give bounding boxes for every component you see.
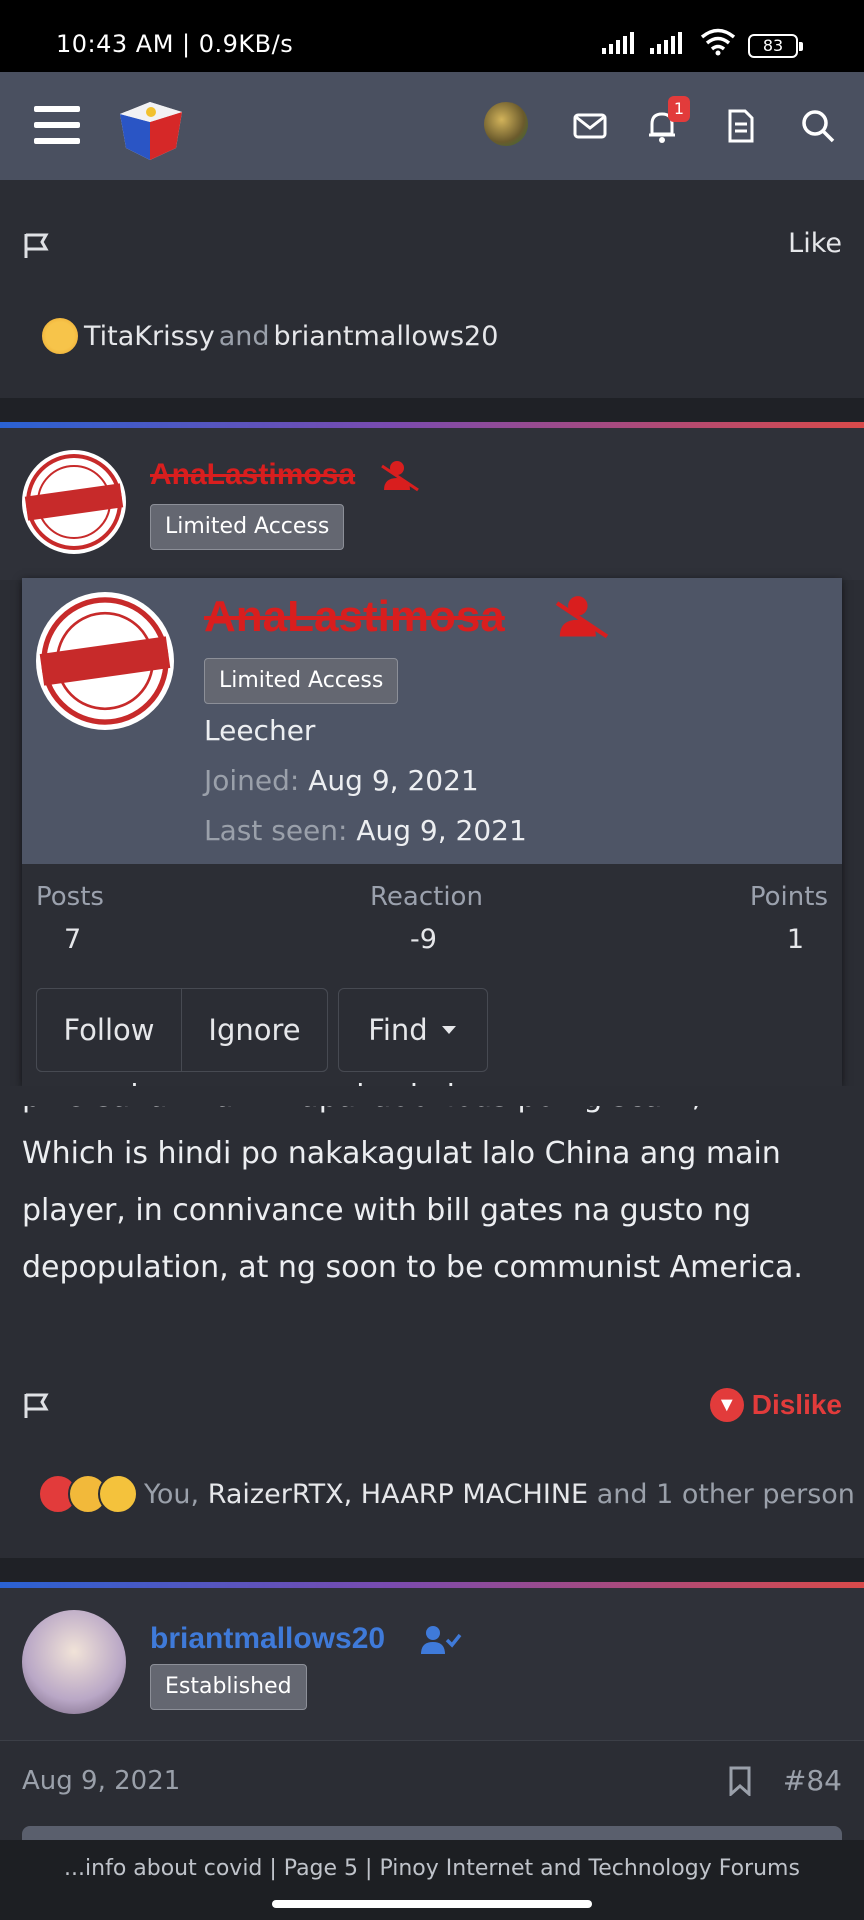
- post-date[interactable]: Aug 9, 2021: [22, 1766, 180, 1796]
- laughing-emoji-icon: [98, 1474, 138, 1514]
- follow-button[interactable]: Follow: [36, 988, 182, 1072]
- inbox-icon[interactable]: [570, 106, 610, 146]
- dislike-button[interactable]: ▼ Dislike: [709, 1388, 842, 1422]
- cell-signal-icon: [602, 30, 634, 54]
- bookmark-icon[interactable]: [728, 1766, 752, 1796]
- report-flag-icon[interactable]: [22, 1390, 52, 1420]
- member-last-seen: Last seen: Aug 9, 2021: [204, 814, 527, 847]
- post-header: AnaLastimosa Limited Access: [0, 428, 864, 580]
- post-number[interactable]: #84: [783, 1764, 842, 1797]
- report-flag-icon[interactable]: [22, 230, 52, 260]
- reactor-name[interactable]: HAARP MACHINE: [361, 1479, 588, 1510]
- reaction-label: Reaction: [370, 882, 483, 912]
- wifi-icon: [700, 28, 736, 56]
- heart-eyes-emoji-icon: [40, 316, 80, 356]
- document-icon[interactable]: [720, 106, 760, 146]
- user-avatar[interactable]: [22, 1610, 126, 1714]
- reaction-list[interactable]: TitaKrissy and briantmallows20: [40, 316, 498, 356]
- post-author[interactable]: briantmallows20: [150, 1622, 385, 1656]
- post-author[interactable]: AnaLastimosa: [150, 458, 355, 492]
- member-title: Leecher: [204, 714, 316, 747]
- battery-icon: 83: [748, 34, 803, 58]
- post-body-text: Which is hindi po nakakagulat lalo China…: [22, 1136, 803, 1285]
- top-nav: 1: [0, 72, 864, 180]
- verified-user-icon: [421, 1626, 462, 1654]
- posts-value[interactable]: 7: [64, 924, 81, 955]
- ignore-button[interactable]: Ignore: [181, 988, 328, 1072]
- role-badge: Limited Access: [150, 504, 345, 550]
- search-icon[interactable]: [798, 106, 838, 146]
- user-avatar[interactable]: [484, 102, 528, 146]
- home-gesture-bar[interactable]: [272, 1900, 592, 1908]
- like-button[interactable]: Like: [788, 228, 842, 259]
- member-tooltip: AnaLastimosa Limited Access Leecher Join…: [22, 578, 842, 1086]
- thumbs-down-icon: ▼: [709, 1388, 744, 1422]
- reactor-name[interactable]: RaizerRTX: [208, 1479, 344, 1510]
- page-title: ...info about covid | Page 5 | Pinoy Int…: [64, 1856, 800, 1881]
- member-role-badge: Limited Access: [204, 658, 399, 704]
- caret-down-icon: [441, 1026, 456, 1034]
- post-header: briantmallows20 Established: [0, 1588, 864, 1740]
- member-username[interactable]: AnaLastimosa: [204, 592, 505, 642]
- points-value[interactable]: 1: [787, 924, 804, 955]
- site-logo[interactable]: [114, 92, 188, 166]
- notification-badge: 1: [668, 96, 690, 122]
- browser-bottom-bar: ...info about covid | Page 5 | Pinoy Int…: [0, 1840, 864, 1920]
- reaction-list[interactable]: You, RaizerRTX , HAARP MACHINE and 1 oth…: [38, 1474, 855, 1514]
- find-button[interactable]: Find: [338, 988, 488, 1072]
- posts-label: Posts: [36, 882, 104, 912]
- reactor-name[interactable]: TitaKrissy: [84, 321, 215, 352]
- status-time: 10:43 AM | 0.9KB/s: [56, 30, 294, 58]
- member-joined: Joined: Aug 9, 2021: [204, 764, 479, 797]
- reaction-value: -9: [410, 924, 437, 955]
- banned-user-icon: [381, 461, 419, 492]
- status-bar: 10:43 AM | 0.9KB/s 83: [0, 0, 864, 72]
- banned-avatar-large[interactable]: [36, 592, 174, 730]
- cell-signal-icon: [650, 30, 682, 54]
- member-tooltip-header: AnaLastimosa Limited Access Leecher Join…: [22, 578, 842, 864]
- reactor-name[interactable]: briantmallows20: [274, 321, 499, 352]
- post-separator: [0, 1558, 864, 1582]
- banned-user-icon: [555, 596, 609, 639]
- banned-avatar[interactable]: [22, 450, 126, 554]
- points-label: Points: [749, 882, 828, 912]
- menu-icon[interactable]: [34, 106, 80, 144]
- role-badge: Established: [150, 1664, 307, 1710]
- post-separator: [0, 398, 864, 422]
